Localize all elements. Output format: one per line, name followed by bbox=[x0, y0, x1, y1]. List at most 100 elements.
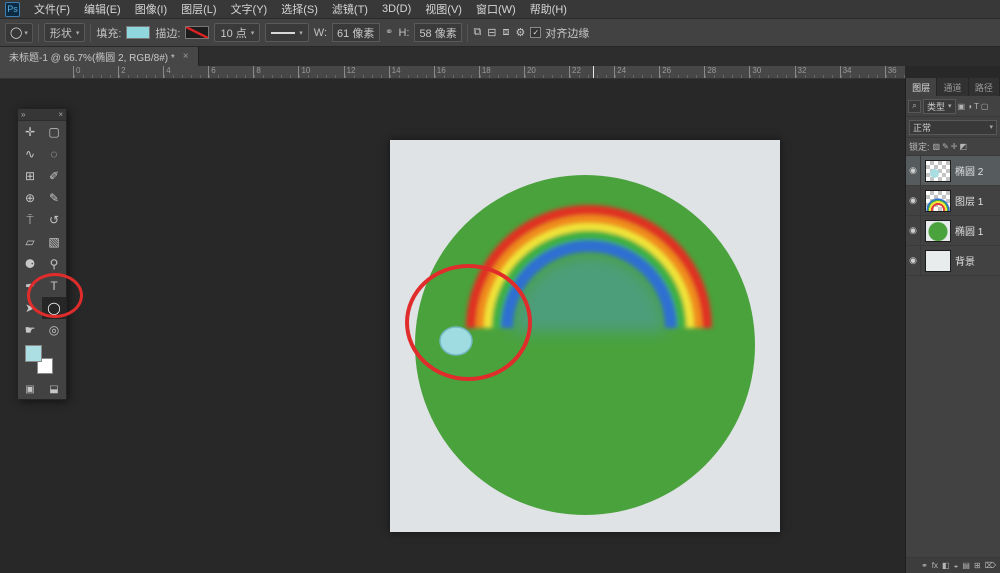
height-input[interactable]: 58 像素 bbox=[414, 23, 462, 42]
stroke-style-line-icon bbox=[271, 32, 295, 34]
quick-selection-tool[interactable]: ◌ bbox=[42, 143, 66, 165]
visibility-eye-icon[interactable]: ◉ bbox=[906, 156, 921, 185]
fill-swatch[interactable] bbox=[126, 26, 150, 39]
visibility-eye-icon[interactable]: ◉ bbox=[906, 186, 921, 215]
layer-row[interactable]: ◉ 椭圆 1 bbox=[906, 216, 1000, 246]
menu-item[interactable]: 滤镜(T) bbox=[325, 1, 375, 17]
width-input[interactable]: 61 像素 bbox=[332, 23, 380, 42]
tool-mode-select[interactable]: 形状 ▾ bbox=[44, 23, 86, 42]
blur-tool[interactable]: ⚈ bbox=[18, 253, 42, 275]
menu-item[interactable]: 3D(D) bbox=[375, 3, 418, 15]
stroke-style-select[interactable]: ▾ bbox=[265, 23, 309, 42]
new-layer-icon[interactable]: ⊞ bbox=[974, 561, 981, 570]
menu-item[interactable]: 窗口(W) bbox=[469, 1, 523, 17]
path-operations-icon[interactable]: ⧉ bbox=[473, 26, 481, 39]
lock-transparent-icon[interactable]: ▨ bbox=[933, 142, 941, 151]
gradient-tool[interactable]: ▧ bbox=[42, 231, 66, 253]
ruler-number: 4 bbox=[166, 66, 170, 75]
layer-mask-icon[interactable]: ◧ bbox=[942, 561, 950, 570]
layer-thumbnail[interactable] bbox=[925, 250, 951, 272]
search-icon[interactable]: ⌕ bbox=[908, 100, 921, 113]
layer-group-icon[interactable]: ▤ bbox=[962, 561, 970, 570]
layer-thumbnail[interactable] bbox=[925, 190, 951, 212]
link-dimensions-icon[interactable]: ⚭ bbox=[385, 27, 393, 38]
type-tool[interactable]: T bbox=[42, 275, 66, 297]
tool-options-bar: ◯ ▾ 形状 ▾ 填充: 描边: 10 点 ▾ ▾ W: 61 像素 ⚭ H: … bbox=[0, 19, 1000, 47]
chevron-down-icon: ▾ bbox=[251, 29, 255, 37]
layer-row[interactable]: ◉ 背景 bbox=[906, 246, 1000, 276]
layer-row[interactable]: ◉ 椭圆 2 bbox=[906, 156, 1000, 186]
visibility-eye-icon[interactable]: ◉ bbox=[906, 216, 921, 245]
tab-channels[interactable]: 通道 bbox=[937, 78, 968, 96]
move-tool[interactable]: ✛ bbox=[18, 121, 42, 143]
zoom-tool[interactable]: ◎ bbox=[42, 319, 66, 341]
filter-shape-layers-icon[interactable]: ▢ bbox=[981, 102, 989, 111]
lock-pixels-icon[interactable]: ✎ bbox=[942, 142, 949, 151]
document-tab[interactable]: 未标题-1 @ 66.7%(椭圆 2, RGB/8#) * × bbox=[0, 47, 199, 66]
document-canvas[interactable] bbox=[390, 140, 780, 532]
menu-item[interactable]: 文件(F) bbox=[27, 1, 77, 17]
tool-preset-picker[interactable]: ◯ ▾ bbox=[5, 23, 33, 43]
menu-item[interactable]: 选择(S) bbox=[274, 1, 325, 17]
align-edges-option[interactable]: ✓ 对齐边缘 bbox=[530, 25, 589, 41]
tab-paths[interactable]: 路径 bbox=[969, 78, 1000, 96]
menu-item[interactable]: 编辑(E) bbox=[77, 1, 128, 17]
foreground-color-swatch[interactable] bbox=[25, 345, 42, 362]
gear-icon[interactable]: ⚙ bbox=[516, 26, 526, 39]
panels-dock: 图层 通道 路径 ⌕ 类型 ▾ ▣ ◑ bbox=[905, 78, 1000, 573]
pen-tool[interactable]: ✒ bbox=[18, 275, 42, 297]
filter-type-select[interactable]: 类型 ▾ bbox=[923, 99, 956, 114]
document-title: 未标题-1 @ 66.7%(椭圆 2, RGB/8#) * bbox=[9, 49, 175, 64]
menu-item[interactable]: 帮助(H) bbox=[523, 1, 574, 17]
menu-item[interactable]: 视图(V) bbox=[418, 1, 469, 17]
blend-mode-select[interactable]: 正常 ▾ bbox=[909, 120, 997, 135]
crop-tool[interactable]: ⊞ bbox=[18, 165, 42, 187]
marquee-tool[interactable]: ▢ bbox=[42, 121, 66, 143]
quick-mask-icon[interactable]: ▣ bbox=[18, 379, 42, 399]
brush-tool[interactable]: ✎ bbox=[42, 187, 66, 209]
tab-layers[interactable]: 图层 bbox=[906, 78, 937, 96]
delete-layer-icon[interactable]: ⌦ bbox=[985, 561, 996, 570]
stroke-swatch[interactable] bbox=[185, 26, 209, 39]
eyedropper-tool[interactable]: ✐ bbox=[42, 165, 66, 187]
link-layers-icon[interactable]: ⚭ bbox=[921, 561, 928, 570]
close-icon[interactable]: × bbox=[58, 110, 63, 119]
tool-icon: ⊞ bbox=[25, 170, 35, 182]
clone-stamp-tool[interactable]: ⍑ bbox=[18, 209, 42, 231]
collapse-panel-icon[interactable]: » bbox=[21, 110, 25, 119]
menu-item[interactable]: 图层(L) bbox=[174, 1, 223, 17]
filter-adjustment-layers-icon[interactable]: ◑ bbox=[967, 102, 972, 111]
filter-type-layers-icon[interactable]: T bbox=[974, 102, 979, 111]
menu-item[interactable]: 文字(Y) bbox=[224, 1, 275, 17]
layer-thumbnail[interactable] bbox=[925, 160, 951, 182]
layer-thumbnail[interactable] bbox=[925, 220, 951, 242]
visibility-eye-icon[interactable]: ◉ bbox=[906, 246, 921, 275]
menu-items: 文件(F) 编辑(E) 图像(I) 图层(L) 文字(Y) 选择(S) 滤镜(T… bbox=[27, 0, 574, 18]
menu-item[interactable]: 图像(I) bbox=[128, 1, 174, 17]
eraser-tool[interactable]: ▱ bbox=[18, 231, 42, 253]
stroke-width-select[interactable]: 10 点 ▾ bbox=[214, 23, 260, 42]
layer-row[interactable]: ◉ 图层 1 bbox=[906, 186, 1000, 216]
history-brush-tool[interactable]: ↺ bbox=[42, 209, 66, 231]
lock-position-icon[interactable]: ✛ bbox=[951, 142, 958, 151]
layer-effects-icon[interactable]: fx bbox=[932, 561, 938, 570]
path-alignment-icon[interactable]: ⊟ bbox=[487, 26, 496, 39]
lock-all-icon[interactable]: ◩ bbox=[959, 142, 967, 151]
tool-icon: ✒ bbox=[25, 280, 35, 292]
healing-brush-tool[interactable]: ⊕ bbox=[18, 187, 42, 209]
filter-pixel-layers-icon[interactable]: ▣ bbox=[958, 102, 966, 111]
screen-mode-icon[interactable]: ⬓ bbox=[42, 379, 66, 399]
hand-tool[interactable]: ☛ bbox=[18, 319, 42, 341]
lasso-tool[interactable]: ∿ bbox=[18, 143, 42, 165]
close-icon[interactable]: × bbox=[183, 51, 189, 62]
path-selection-tool[interactable]: ➤ bbox=[18, 297, 42, 319]
tools-palette: » × ✛ ▢ ∿ ◌ ⊞ bbox=[17, 108, 67, 400]
ruler-number: 8 bbox=[256, 66, 260, 75]
checkbox-icon[interactable]: ✓ bbox=[530, 27, 541, 38]
cyan-ellipse-shape[interactable] bbox=[440, 327, 472, 355]
dodge-tool[interactable]: ⚲ bbox=[42, 253, 66, 275]
adjustment-layer-icon[interactable]: ◒ bbox=[954, 561, 959, 570]
ellipse-tool[interactable]: ◯ bbox=[42, 297, 66, 319]
path-arrange-icon[interactable]: ⧈ bbox=[503, 26, 510, 39]
layer-name: 椭圆 2 bbox=[955, 163, 983, 178]
